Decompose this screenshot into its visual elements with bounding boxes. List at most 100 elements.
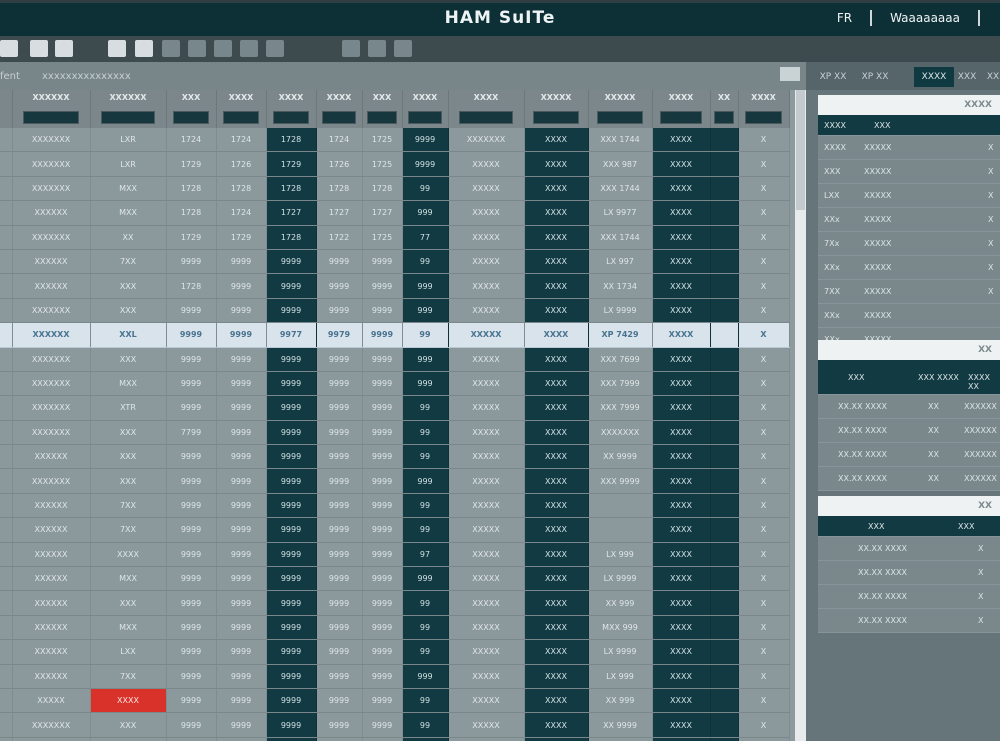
detail-tab[interactable]: XXX	[956, 67, 978, 87]
list-item[interactable]: XX.XX XXXX X	[818, 561, 1000, 585]
column-filter-input[interactable]	[322, 110, 356, 124]
column-header[interactable]: XXXX	[402, 90, 449, 104]
table-row[interactable]: XXXXXXXMXX9999999999999999999999XXXXXXXX…	[0, 737, 790, 741]
table-row[interactable]: XXXXXXX XXX 9999 9999 9999 9999 9999 99 XXXXX XXX…	[0, 712, 790, 738]
print-icon[interactable]	[55, 40, 73, 57]
export-icon[interactable]	[108, 40, 126, 57]
column-header[interactable]: XX	[710, 90, 739, 104]
table-row[interactable]: XXXXXXX XXX 9999 9999 9999 9999 9999 999 XXXXX XX…	[0, 468, 790, 494]
list-item[interactable]: XXx XXXXX	[818, 304, 1000, 328]
column-header[interactable]: XXXX	[652, 90, 711, 104]
nav-last-icon[interactable]	[266, 40, 284, 57]
column-filter-input[interactable]	[745, 110, 782, 124]
column-filter-input[interactable]	[100, 110, 156, 124]
nav-prev-icon[interactable]	[214, 40, 232, 57]
table-row[interactable]: XXXXXXX XXX 9999 9999 9999 9999 9999 999 XXXXX XX…	[0, 298, 790, 324]
column-filter-input[interactable]	[222, 110, 260, 124]
refresh-icon[interactable]	[162, 40, 180, 57]
column-header[interactable]: XXXX	[266, 90, 317, 104]
column-header[interactable]: XXXX	[316, 90, 363, 104]
table-row[interactable]: XXXXXXX XTR 9999 9999 9999 9999 9999 99 XXXXX XXX…	[0, 395, 790, 421]
column-filter-input[interactable]	[172, 110, 210, 124]
detail-tabs: XP XX XP XX XXXX XXX XX	[806, 62, 1000, 90]
list-item[interactable]: 7Xx XXXXX X	[818, 232, 1000, 256]
detail-tab[interactable]: XP XX	[814, 67, 852, 87]
table-row[interactable]: XXXXXXX XX 1729 1729 1728 1722 1725 77 XXXXX XXXX…	[0, 225, 790, 250]
column-filter-input[interactable]	[713, 110, 735, 124]
table-row[interactable]: XXXXXX XXL 9999 9999 9977 9979 9999 99 XXXXX XXXX…	[0, 322, 790, 348]
detail-tab[interactable]: XX	[982, 67, 1000, 87]
table-row[interactable]: XXXXXXXXX9999999999999999999999XXXXXXXXX…	[0, 444, 790, 470]
grid-scrollbar-thumb[interactable]	[796, 90, 805, 210]
table-row[interactable]: XXXXXX 7XX 9999 9999 9999 9999 9999 99 XXXXX XXXX…	[0, 493, 790, 519]
table-cell: XXXX	[652, 273, 711, 299]
table-row[interactable]: XXXXXXX MXX 1728 1728 1728 1728 1728 99 XXXXX XXX…	[0, 176, 790, 202]
table-cell: 9999	[362, 444, 403, 470]
user-menu[interactable]: Waaaaaaaa	[890, 11, 960, 25]
column-filter-input[interactable]	[367, 110, 397, 124]
table-row[interactable]: XXXXXX 7XX 9999 9999 9999 9999 9999 99 XXXXX XXXX…	[0, 249, 790, 275]
filter-icon[interactable]	[135, 40, 153, 57]
column-filter-input[interactable]	[272, 110, 310, 124]
table-row[interactable]: XXXXXX MXX 9999 9999 9999 9999 9999 999 XXXXX XXX…	[0, 566, 790, 592]
table-row[interactable]: XXXXXX MXX 9999 9999 9999 9999 9999 99 XXXXX XXXX…	[0, 615, 790, 641]
column-filter-input[interactable]	[458, 110, 514, 124]
table-row[interactable]: XXXXXXX MXX 9999 9999 9999 9999 9999 999 XXXXX XX…	[0, 371, 790, 397]
list-item[interactable]: 7XX XXXXX X	[818, 280, 1000, 304]
column-filter-input[interactable]	[660, 110, 702, 124]
column-filter-input[interactable]	[408, 110, 442, 124]
column-header[interactable]: XXXXXX	[12, 90, 91, 104]
list-item[interactable]: XXX XXXXX X	[818, 160, 1000, 184]
list-item[interactable]: XXXX XXXXX X	[818, 136, 1000, 160]
detail-tab[interactable]: XXXX	[914, 67, 954, 87]
column-filter-input[interactable]	[596, 110, 644, 124]
table-row[interactable]: XXXXXXXXX9999999999999999999999XXXXXXXXX…	[0, 590, 790, 616]
table-row[interactable]: XXXXXX LXX 9999 9999 9999 9999 9999 99 XXXXX XXXX…	[0, 639, 790, 665]
column-header[interactable]: XXX	[362, 90, 403, 104]
table-row[interactable]: XXXXXX 7XX 9999 9999 9999 9999 9999 99 XXXXX XXXX…	[0, 517, 790, 543]
column-header[interactable]: XXXXX	[524, 90, 589, 104]
column-header[interactable]: XXXXXX	[90, 90, 167, 104]
column-header[interactable]	[0, 90, 13, 104]
list-item-value: XX	[928, 402, 939, 411]
table-row[interactable]: XXXXXXX XXX 7799 9999 9999 9999 9999 99 XXXXX XXX…	[0, 420, 790, 446]
list-item[interactable]: XX.XX XXXX X	[818, 609, 1000, 633]
detail-tab[interactable]: XP XX	[856, 67, 894, 87]
column-header[interactable]: XXXXX	[588, 90, 653, 104]
filter-toggle[interactable]	[780, 67, 800, 81]
column-filter-input[interactable]	[532, 110, 580, 124]
open-icon[interactable]	[30, 40, 48, 57]
list-item[interactable]: XX.XX XXXX X	[818, 537, 1000, 561]
list-item[interactable]: XXx XXXXX X	[818, 256, 1000, 280]
nav-next-icon[interactable]	[240, 40, 258, 57]
column-header[interactable]: XXXX	[738, 90, 790, 104]
nav-first-icon[interactable]	[188, 40, 206, 57]
settings-icon[interactable]	[394, 40, 412, 57]
table-row[interactable]: XXXXXX XXXX 9999 9999 9999 9999 9999 97 XXXXX XXX…	[0, 542, 790, 568]
table-row[interactable]: XXXXXXX LXR 1724 1724 1728 1724 1725 9999 XXXXXX…	[0, 128, 790, 153]
list-item[interactable]: XX.XX XXXX XX XXXXXX	[818, 395, 1000, 419]
save-icon[interactable]	[0, 40, 18, 57]
column-header[interactable]: XXX	[166, 90, 217, 104]
table-row[interactable]: XXXXXX XXX 1728 9999 9999 9999 9999 999 XXXXX XXX…	[0, 273, 790, 299]
list-item[interactable]: XXx XXXXX X	[818, 208, 1000, 232]
column-header[interactable]: XXXX	[216, 90, 267, 104]
table-row[interactable]: XXXXXXX LXR 1729 1726 1729 1726 1725 9999 XXXXX X…	[0, 151, 790, 177]
table-row[interactable]: XXXXXXX XXX 9999 9999 9999 9999 9999 999 XXXXX XX…	[0, 347, 790, 372]
language-switch[interactable]: FR	[837, 11, 852, 25]
zoom-in-icon[interactable]	[342, 40, 360, 57]
list-item[interactable]: LXX XXXXX X	[818, 184, 1000, 208]
zoom-out-icon[interactable]	[368, 40, 386, 57]
table-cell: XXXX	[652, 200, 711, 226]
column-filter-input[interactable]	[23, 110, 79, 124]
list-item[interactable]: XX.XX XXXX XX XXXXXX	[818, 467, 1000, 491]
table-row[interactable]: XXXXXXXXX9999999999999999999999XXXXXXXXX…	[0, 688, 790, 714]
grid-scrollbar[interactable]	[795, 90, 806, 741]
table-row[interactable]: XXXXXX MXX 1728 1724 1727 1727 1727 999 XXXXX XXX…	[0, 200, 790, 226]
list-item[interactable]: XX.XX XXXX XX XXXXXX	[818, 443, 1000, 467]
table-row[interactable]: XXXXXX 7XX 9999 9999 9999 9999 9999 999 XXXXX XXX…	[0, 664, 790, 689]
list-item[interactable]: XX.XX XXXX X	[818, 585, 1000, 609]
list-item[interactable]: XX.XX XXXX XX XXXXXX	[818, 419, 1000, 443]
list-item-value: XXXXXX	[964, 402, 997, 411]
column-header[interactable]: XXXX	[448, 90, 525, 104]
